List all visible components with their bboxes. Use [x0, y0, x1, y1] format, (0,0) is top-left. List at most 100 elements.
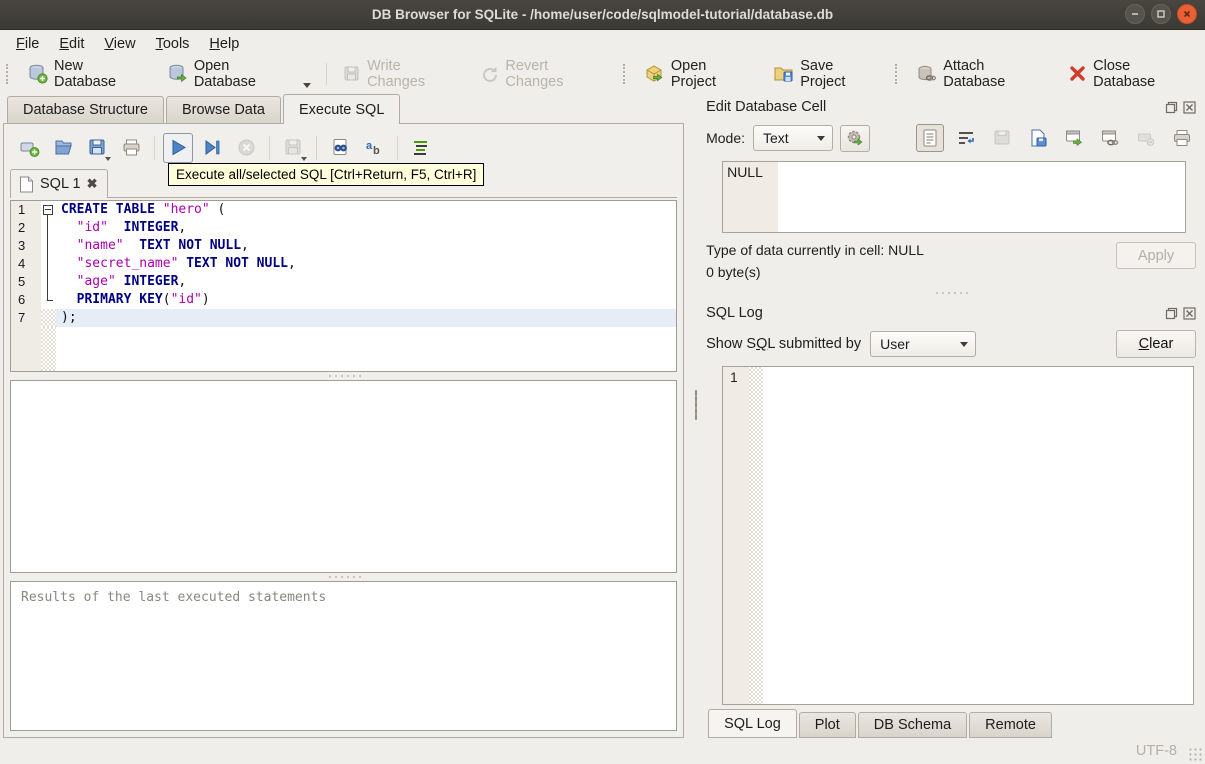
fold-marker[interactable] [41, 255, 56, 273]
results-message-panel[interactable]: Results of the last executed statements [10, 581, 678, 731]
attach-database-button[interactable]: Attach Database [907, 54, 1059, 94]
tab-execute-sql[interactable]: Execute SQL [282, 94, 401, 124]
open-database-dropdown-caret[interactable] [303, 82, 312, 88]
tab-browse-data[interactable]: Browse Data [165, 96, 281, 123]
code-text: "name" TEXT NOT NULL, [76, 238, 249, 253]
sql-toolbar-separator [397, 135, 398, 160]
editor-fold-margin [41, 327, 56, 371]
export-cell-data-button[interactable] [1024, 124, 1052, 152]
code-line[interactable]: 7); [11, 309, 677, 327]
results-message-splitter[interactable] [10, 573, 677, 581]
main-vertical-splitter[interactable] [692, 90, 701, 738]
resize-grip-icon[interactable] [1189, 748, 1203, 762]
dock-splitter[interactable] [706, 286, 1196, 300]
edit-cell-dock-header: Edit Database Cell [706, 97, 1196, 117]
gear-arrow-icon [847, 130, 863, 146]
open-in-external-app-button[interactable] [1060, 124, 1088, 152]
edit-cell-float-button[interactable] [1164, 100, 1178, 114]
cell-type-info: Type of data currently in cell: NULL [706, 242, 924, 258]
cell-mode-row: Mode: Text [706, 124, 1196, 152]
tab-database-structure[interactable]: Database Structure [7, 96, 164, 123]
open-file-icon [55, 140, 72, 155]
execute-sql-button[interactable] [163, 132, 193, 163]
minimize-button[interactable] [1125, 4, 1145, 24]
fold-marker[interactable] [41, 201, 56, 219]
text-mode-button[interactable] [916, 124, 944, 152]
revert-changes-icon [483, 66, 498, 82]
toolbar-drag-handle[interactable] [622, 63, 631, 84]
code-line[interactable]: 6 PRIMARY KEY("id") [11, 291, 676, 309]
print-button[interactable] [116, 133, 146, 163]
word-wrap-button[interactable] [952, 124, 980, 152]
code-text: "secret_name" TEXT NOT NULL, [76, 256, 296, 271]
sql-log-view[interactable]: 1 [722, 366, 1194, 705]
code-line[interactable]: 5 "age" INTEGER, [11, 273, 676, 291]
sql-tab-close-icon[interactable]: ✖ [87, 176, 98, 192]
menu-file[interactable]: File [6, 33, 49, 55]
fold-marker[interactable] [41, 237, 56, 255]
save-results-button [278, 133, 308, 163]
execute-current-line-button[interactable] [197, 133, 227, 163]
save-results-dropdown-caret [301, 156, 307, 161]
menu-edit[interactable]: Edit [49, 33, 94, 55]
titlebar: DB Browser for SQLite - /home/user/code/… [0, 0, 1205, 30]
code-line[interactable]: 2 "id" INTEGER, [11, 219, 676, 237]
cell-info-row: Type of data currently in cell: NULL 0 b… [706, 242, 1196, 286]
fold-marker[interactable] [41, 291, 56, 309]
format-lines-icon [413, 141, 427, 155]
auto-completion-button[interactable]: a b [359, 133, 389, 163]
find-button[interactable] [325, 133, 355, 163]
tab-sql-log[interactable]: SQL Log [708, 709, 797, 738]
code-line[interactable]: 3 "name" TEXT NOT NULL, [11, 237, 676, 255]
import-file-icon [994, 130, 1010, 145]
tab-plot[interactable]: Plot [798, 712, 856, 738]
menu-view[interactable]: View [94, 33, 145, 55]
open-project-icon [646, 65, 663, 82]
tab-db-schema[interactable]: DB Schema [857, 712, 968, 738]
save-project-button[interactable]: Save Project [764, 54, 891, 94]
log-source-select[interactable]: User [870, 331, 977, 357]
sql-editor-empty-area[interactable] [11, 327, 677, 371]
print-cell-button[interactable] [1168, 124, 1196, 152]
mode-select[interactable]: Text [753, 125, 833, 151]
close-database-button[interactable]: Close Database [1059, 54, 1205, 94]
copy-link-button[interactable] [1096, 124, 1124, 152]
auto-apply-button[interactable] [840, 124, 870, 152]
fold-marker[interactable] [41, 309, 56, 327]
open-sql-tab-button[interactable] [14, 133, 44, 163]
save-file-dropdown-caret[interactable] [105, 156, 111, 161]
main-area: Database Structure Browse Data Execute S… [0, 90, 1205, 738]
clear-log-button[interactable]: Clear [1116, 330, 1196, 358]
edit-cell-close-button[interactable] [1182, 100, 1196, 114]
close-button[interactable] [1177, 4, 1197, 24]
sql-1-tab[interactable]: SQL 1 ✖ [10, 169, 109, 198]
mode-label: Mode: [706, 130, 745, 146]
sql-log-float-button[interactable] [1164, 306, 1178, 320]
fold-marker[interactable] [41, 219, 56, 237]
menu-help[interactable]: Help [199, 33, 249, 55]
results-grid-panel[interactable] [10, 380, 678, 573]
sql-editor[interactable]: 1 CREATE TABLE "hero" (2 "id" INTEGER, 3 "… [10, 200, 678, 372]
code-line[interactable]: 4 "secret_name" TEXT NOT NULL, [11, 255, 676, 273]
editor-results-splitter[interactable] [10, 372, 677, 380]
open-database-button[interactable]: Open Database [158, 54, 320, 94]
open-tab-icon [20, 142, 39, 157]
fold-marker[interactable] [41, 273, 56, 291]
maximize-button[interactable] [1151, 4, 1171, 24]
new-database-button[interactable]: New Database [18, 54, 158, 94]
encoding-indicator: UTF-8 [1135, 743, 1177, 759]
open-sql-file-button[interactable] [48, 133, 78, 163]
code-line[interactable]: 1 CREATE TABLE "hero" ( [11, 201, 676, 219]
toolbar-drag-handle[interactable] [895, 63, 903, 84]
sql-log-close-button[interactable] [1182, 306, 1196, 320]
menu-tools[interactable]: Tools [146, 33, 200, 55]
cell-value-editor[interactable]: NULL [722, 161, 1186, 233]
tab-remote[interactable]: Remote [969, 712, 1052, 738]
toolbar-drag-handle[interactable] [6, 63, 14, 84]
save-sql-file-button[interactable] [82, 133, 112, 163]
float-icon [1165, 307, 1177, 319]
line-number: 6 [11, 291, 41, 309]
format-sql-button[interactable] [406, 133, 436, 163]
open-project-button[interactable]: Open Project [635, 54, 764, 94]
toolbar-separator [326, 62, 328, 85]
